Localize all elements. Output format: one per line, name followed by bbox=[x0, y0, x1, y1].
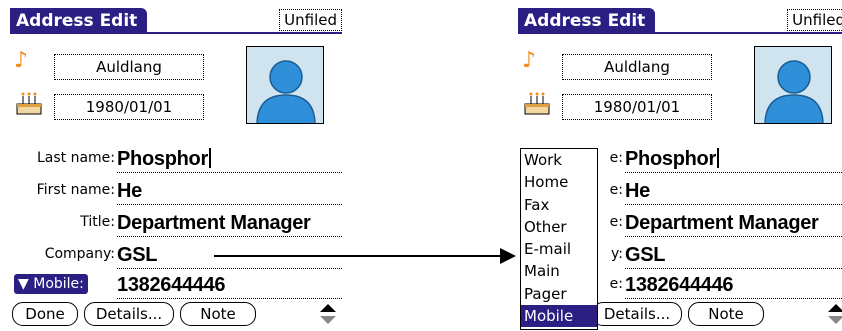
phone-type-label: Mobile: bbox=[33, 276, 84, 292]
menu-item-main[interactable]: Main bbox=[521, 260, 597, 282]
birthday-field[interactable]: 1980/01/01 bbox=[562, 94, 712, 120]
contact-photo[interactable] bbox=[246, 46, 324, 124]
ringtone-field[interactable]: Auldlang bbox=[54, 54, 204, 80]
form-title: Address Edit bbox=[518, 8, 656, 34]
contact-photo-icon bbox=[256, 60, 316, 123]
title-input[interactable]: Department Manager bbox=[117, 210, 342, 237]
note-button[interactable]: Note bbox=[180, 302, 256, 326]
first-name-input[interactable]: He bbox=[117, 178, 342, 205]
first-name-label: e: bbox=[609, 182, 623, 198]
birthday-cake-icon bbox=[16, 92, 42, 115]
first-name-input[interactable]: He bbox=[625, 178, 842, 205]
category-selector[interactable]: Unfiled bbox=[787, 9, 842, 31]
ringtone-note-icon: ♪ bbox=[14, 48, 29, 73]
done-button[interactable]: Done bbox=[12, 302, 78, 326]
birthday-field[interactable]: 1980/01/01 bbox=[54, 94, 204, 120]
contact-photo-icon bbox=[764, 60, 824, 123]
title-bar: Address Edit Unfiled bbox=[10, 8, 342, 34]
contact-photo[interactable] bbox=[754, 46, 832, 124]
company-row: Company: GSL bbox=[10, 240, 342, 270]
title-row: Title: Department Manager bbox=[10, 208, 342, 238]
last-name-label: e: bbox=[609, 150, 623, 166]
phone-input[interactable]: 1382644446 bbox=[117, 272, 342, 299]
category-selector[interactable]: Unfiled bbox=[279, 9, 342, 31]
menu-item-other[interactable]: Other bbox=[521, 216, 597, 238]
title-label: e: bbox=[609, 214, 623, 230]
ringtone-field[interactable]: Auldlang bbox=[562, 54, 712, 80]
address-edit-screen-right: Address Edit Unfiled ♪ Auldlang 1980/01/… bbox=[518, 8, 842, 330]
last-name-row: Last name: Phosphor bbox=[10, 144, 342, 174]
phone-type-menu: Work Home Fax Other E-mail Main Pager Mo… bbox=[520, 148, 598, 330]
company-input[interactable]: GSL bbox=[625, 242, 842, 269]
title-bar: Address Edit Unfiled bbox=[518, 8, 842, 34]
ringtone-note-icon: ♪ bbox=[522, 48, 537, 73]
scroll-arrows-icon[interactable] bbox=[318, 302, 338, 326]
phone-type-trigger[interactable]: ▼ Mobile: bbox=[14, 274, 88, 294]
title-input[interactable]: Department Manager bbox=[625, 210, 842, 237]
phone-input[interactable]: 1382644446 bbox=[625, 272, 842, 299]
menu-item-work[interactable]: Work bbox=[521, 149, 597, 171]
address-edit-screen-left: Address Edit Unfiled ♪ Auldlang 1980/01/… bbox=[10, 8, 342, 326]
text-cursor bbox=[716, 148, 719, 168]
last-name-value: Phosphor bbox=[625, 148, 716, 170]
arrow-head-icon bbox=[500, 248, 516, 264]
scroll-arrows-icon[interactable] bbox=[826, 302, 842, 326]
menu-item-home[interactable]: Home bbox=[521, 171, 597, 193]
last-name-input[interactable]: Phosphor bbox=[117, 146, 342, 173]
menu-item-pager[interactable]: Pager bbox=[521, 283, 597, 305]
title-label: Title: bbox=[80, 214, 115, 230]
last-name-value: Phosphor bbox=[117, 148, 208, 170]
details-button[interactable]: Details... bbox=[84, 302, 174, 326]
note-button[interactable]: Note bbox=[688, 302, 764, 326]
phone-row: ▼ Mobile: 1382644446 bbox=[10, 270, 342, 300]
company-label: Company: bbox=[44, 246, 115, 262]
menu-item-email[interactable]: E-mail bbox=[521, 238, 597, 260]
birthday-cake-icon bbox=[524, 92, 550, 115]
company-input[interactable]: GSL bbox=[117, 242, 342, 269]
phone-type-label: e: bbox=[609, 276, 623, 292]
last-name-input[interactable]: Phosphor bbox=[625, 146, 842, 173]
dropdown-triangle-icon: ▼ bbox=[18, 276, 29, 292]
details-button[interactable]: Details... bbox=[592, 302, 682, 326]
first-name-label: First name: bbox=[36, 182, 115, 198]
last-name-label: Last name: bbox=[36, 150, 115, 166]
form-title: Address Edit bbox=[10, 8, 148, 34]
text-cursor bbox=[208, 148, 211, 168]
menu-item-mobile[interactable]: Mobile bbox=[521, 305, 597, 328]
menu-item-fax[interactable]: Fax bbox=[521, 194, 597, 216]
first-name-row: First name: He bbox=[10, 176, 342, 206]
company-label: y: bbox=[611, 246, 623, 262]
